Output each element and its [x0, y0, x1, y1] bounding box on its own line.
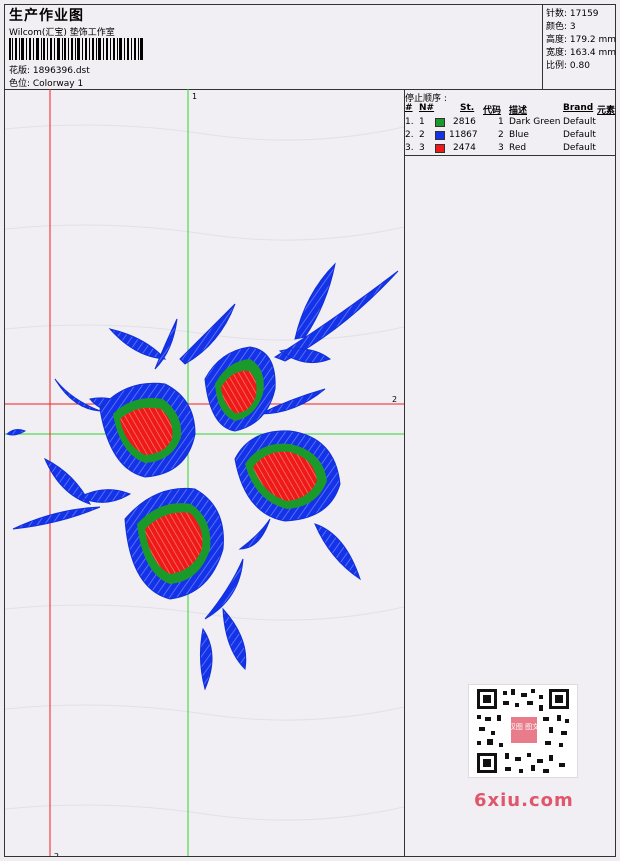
row-needle: 2 — [419, 130, 425, 140]
row-code: 1 — [498, 117, 504, 127]
row-stitches: 2474 — [453, 143, 476, 153]
flower-1 — [204, 346, 276, 432]
row-stitches: 11867 — [449, 130, 478, 140]
barcode-icon — [9, 38, 143, 60]
qr-code-icon: 汉图 图文 — [468, 684, 578, 778]
stat-stitches: 针数: 17159 — [546, 9, 599, 19]
col-header-code: 代码 — [483, 106, 502, 116]
colorway: 色位: Colorway 1 — [9, 79, 84, 89]
watermark-site: 6xiu.com — [474, 790, 574, 811]
col-header-needle: N# — [419, 103, 435, 113]
col-header-index: # — [405, 103, 413, 113]
marker-2-right: 2 — [392, 395, 397, 404]
row-desc: Red — [509, 143, 527, 153]
row-desc: Dark Green — [509, 117, 561, 127]
row-brand: Default — [563, 117, 596, 127]
row-index: 1. — [405, 117, 414, 127]
col-header-brand: Brand — [563, 103, 594, 113]
embroidery-preview: 1 2 2 — [5, 89, 404, 856]
row-code: 3 — [498, 143, 504, 153]
row-code: 2 — [498, 130, 504, 140]
table-row: 2. 2 11867 2 Blue Default — [405, 130, 615, 143]
col-header-stitches: St. — [460, 103, 475, 113]
stat-scale: 比例: 0.80 — [546, 61, 590, 71]
color-swatch — [435, 144, 445, 153]
qr-badge-text: 汉图 图文 — [509, 722, 539, 731]
table-row: 3. 3 2474 3 Red Default — [405, 143, 615, 156]
color-swatch — [435, 131, 445, 140]
row-index: 3. — [405, 143, 414, 153]
sheet-header: 生产作业图 Wilcom(汇宝) 垫饰工作室 花版: 1896396.dst 色… — [5, 5, 616, 90]
stat-colors: 颜色: 3 — [546, 22, 576, 32]
row-needle: 1 — [419, 117, 425, 127]
stat-height: 高度: 179.2 mm — [546, 35, 617, 45]
row-desc: Blue — [509, 130, 529, 140]
table-row: 1. 1 2816 1 Dark Green Default — [405, 117, 615, 130]
flower-4 — [124, 487, 224, 600]
stat-width: 宽度: 163.4 mm — [546, 48, 617, 58]
flower-3 — [234, 430, 341, 522]
color-swatch — [435, 118, 445, 127]
marker-1-top: 1 — [192, 92, 197, 101]
sheet-title: 生产作业图 — [9, 8, 84, 24]
row-index: 2. — [405, 130, 414, 140]
stats-panel: 针数: 17159 颜色: 3 高度: 179.2 mm 宽度: 163.4 m… — [542, 5, 616, 89]
col-header-element: 元素 — [597, 106, 616, 116]
row-stitches: 2816 — [453, 117, 476, 127]
design-file: 花版: 1896396.dst — [9, 66, 90, 76]
row-brand: Default — [563, 143, 596, 153]
row-brand: Default — [563, 130, 596, 140]
row-needle: 3 — [419, 143, 425, 153]
company-name: Wilcom(汇宝) 垫饰工作室 — [9, 28, 115, 38]
col-header-desc: 描述 — [509, 106, 528, 116]
flower-2 — [99, 382, 196, 478]
design-canvas: 1 2 2 — [5, 89, 405, 856]
stop-sequence-table: 停止顺序 : # N# St. 代码 描述 Brand 元素 1. 1 2816… — [405, 89, 615, 156]
marker-2-bottom: 2 — [54, 852, 59, 856]
